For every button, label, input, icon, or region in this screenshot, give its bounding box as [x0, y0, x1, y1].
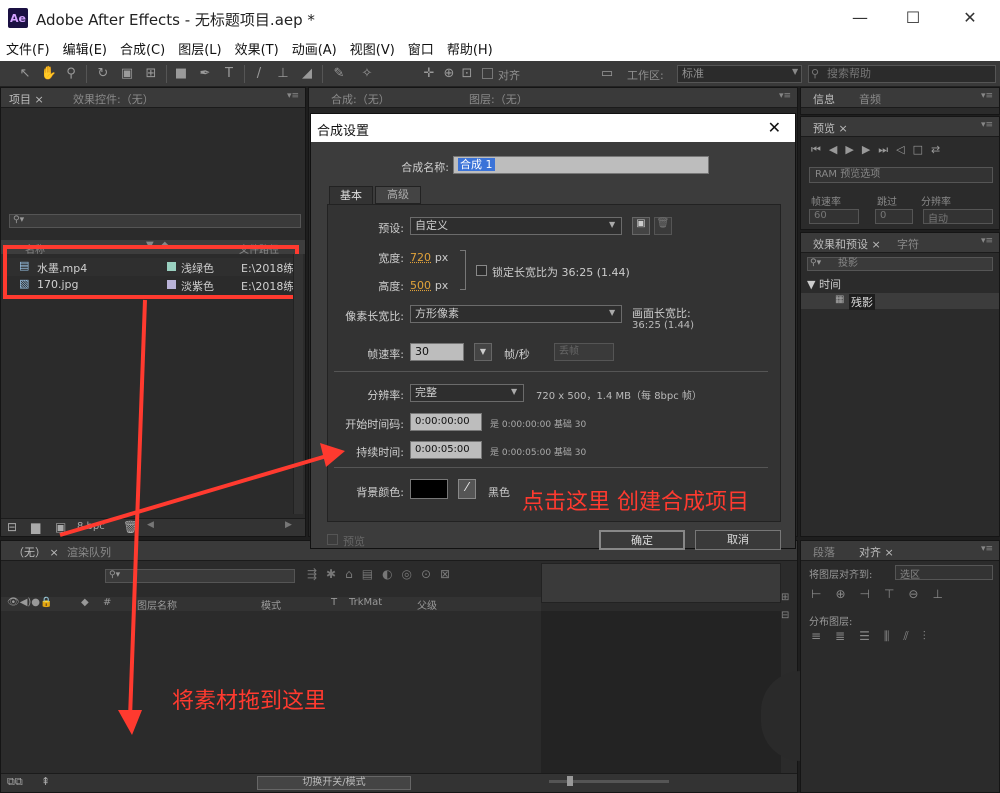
annotation-drag-here: 将素材拖到这里	[172, 689, 327, 714]
annotation-create-comp: 点击这里 创建合成项目	[522, 490, 749, 515]
drag-arrow-head	[118, 710, 142, 735]
annotation-arrows	[59, 299, 345, 735]
click-arrow-line	[59, 453, 331, 537]
click-arrow-head	[320, 443, 345, 467]
